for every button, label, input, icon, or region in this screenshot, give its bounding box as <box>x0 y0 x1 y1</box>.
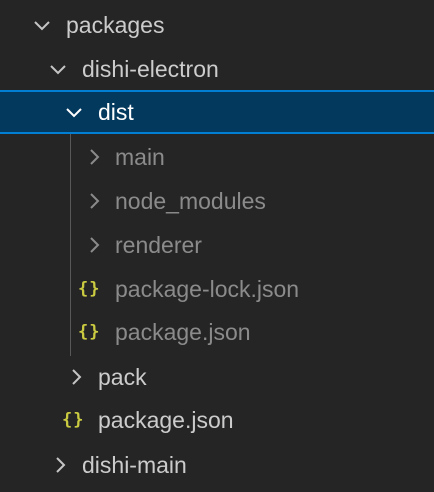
chevron-down-icon[interactable] <box>48 59 68 79</box>
chevron-right-icon[interactable] <box>84 147 104 167</box>
tree-item-node-modules[interactable]: node_modules <box>0 179 434 223</box>
tree-item-label: package.json <box>98 407 234 433</box>
tree-item-dishi-main[interactable]: dishi-main <box>0 443 434 487</box>
chevron-right-icon[interactable] <box>84 191 104 211</box>
chevron-right-icon[interactable] <box>66 367 86 387</box>
tree-item-label: packages <box>66 12 165 38</box>
tree-item-label: package.json <box>115 319 251 345</box>
tree-item-package-json[interactable]: {} package.json <box>0 310 434 354</box>
file-explorer-tree: packages dishi-electron dist main node_m… <box>0 0 434 492</box>
tree-item-pack[interactable]: pack <box>0 355 434 399</box>
tree-item-dist[interactable]: dist <box>0 90 434 134</box>
tree-item-packages[interactable]: packages <box>0 3 434 47</box>
json-braces-icon: {} <box>62 410 85 430</box>
tree-item-label: node_modules <box>115 188 266 214</box>
tree-item-label: dishi-electron <box>82 56 219 82</box>
json-braces-icon: {} <box>78 279 101 299</box>
tree-item-label: package-lock.json <box>115 276 300 302</box>
chevron-right-icon[interactable] <box>84 235 104 255</box>
chevron-down-icon[interactable] <box>64 102 84 122</box>
chevron-right-icon[interactable] <box>50 455 70 475</box>
tree-item-label: main <box>115 144 165 170</box>
tree-item-label: pack <box>98 364 147 390</box>
tree-item-label: renderer <box>115 232 202 258</box>
json-braces-icon: {} <box>78 322 101 342</box>
tree-item-package-json[interactable]: {} package.json <box>0 398 434 442</box>
tree-item-label: dist <box>98 99 134 125</box>
tree-item-dishi-electron[interactable]: dishi-electron <box>0 47 434 91</box>
chevron-down-icon[interactable] <box>32 15 52 35</box>
tree-item-renderer[interactable]: renderer <box>0 223 434 267</box>
tree-item-label: dishi-main <box>82 452 187 478</box>
tree-item-package-lock-json[interactable]: {} package-lock.json <box>0 267 434 311</box>
tree-item-main[interactable]: main <box>0 135 434 179</box>
